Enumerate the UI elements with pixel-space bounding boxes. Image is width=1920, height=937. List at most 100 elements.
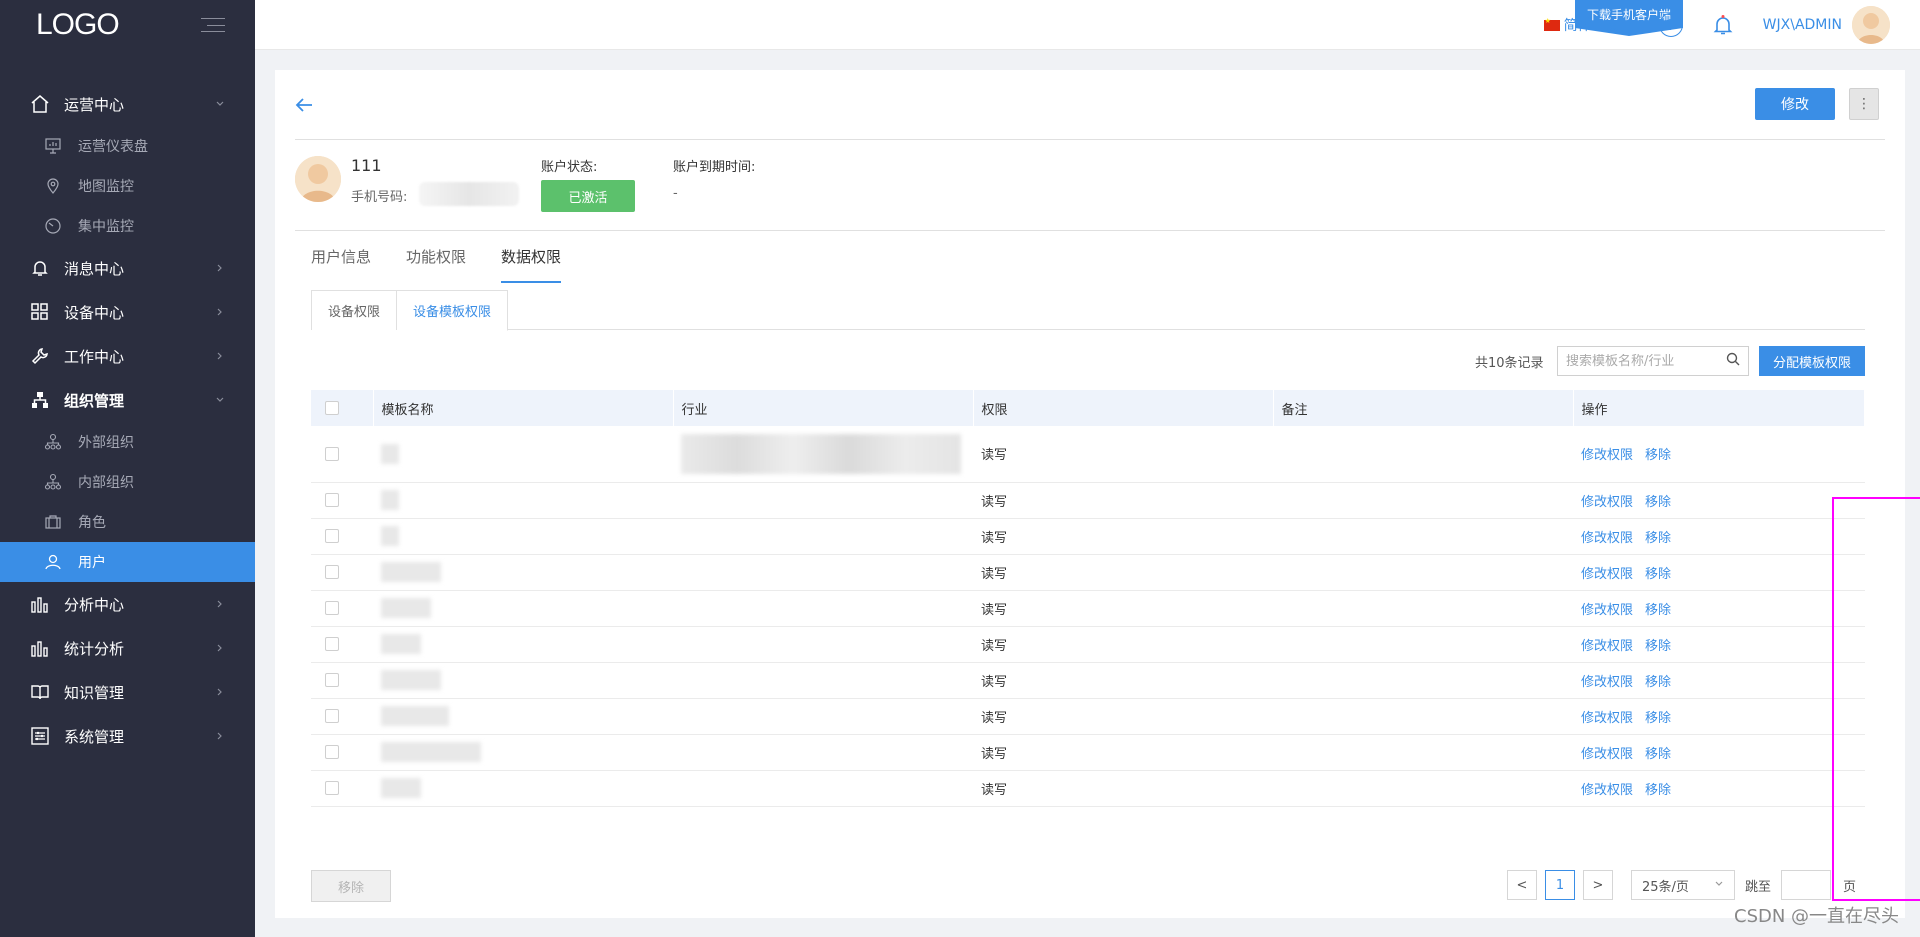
assign-template-permission-button[interactable]: 分配模板权限 (1759, 346, 1865, 376)
table-row: 读写 修改权限 移除 (311, 590, 1865, 627)
edit-permission-link[interactable]: 修改权限 (1581, 783, 1633, 798)
row-checkbox-cell (311, 662, 373, 699)
edit-permission-link[interactable]: 修改权限 (1581, 448, 1633, 463)
row-checkbox[interactable] (325, 565, 339, 579)
permission-cell: 读写 (973, 482, 1273, 519)
template-name-redacted (373, 698, 673, 735)
edit-permission-link[interactable]: 修改权限 (1581, 639, 1633, 654)
phone-value-redacted (419, 182, 519, 206)
table-row: 读写 修改权限 移除 (311, 426, 1865, 483)
menu-toggle-icon[interactable] (201, 18, 225, 32)
notification-bell-icon[interactable] (1711, 13, 1735, 37)
home-icon (30, 94, 50, 114)
subtab-device-permission[interactable]: 设备权限 (311, 290, 398, 330)
sidebar-item-role[interactable]: 角色 (0, 502, 255, 542)
actions-cell: 修改权限 移除 (1573, 734, 1865, 771)
row-checkbox[interactable] (325, 601, 339, 615)
grid-icon (30, 302, 50, 322)
row-checkbox[interactable] (325, 529, 339, 543)
row-checkbox[interactable] (325, 745, 339, 759)
sidebar-item-knowledge[interactable]: 知识管理 (0, 670, 255, 714)
page-size-value: 25条/页 (1642, 879, 1689, 895)
permission-cell: 读写 (973, 698, 1273, 735)
back-arrow-icon[interactable] (293, 94, 315, 116)
note-cell (1273, 426, 1573, 483)
remove-link[interactable]: 移除 (1645, 711, 1671, 726)
sidebar-item-external-org[interactable]: 外部组织 (0, 422, 255, 462)
sidebar-item-system[interactable]: 系统管理 (0, 714, 255, 758)
pagination: < 1 > 25条/页 跳至 页 (1507, 870, 1856, 900)
sidebar-item-ops-dashboard[interactable]: 运营仪表盘 (0, 126, 255, 166)
edit-permission-link[interactable]: 修改权限 (1581, 567, 1633, 582)
permission-cell: 读写 (973, 426, 1273, 483)
edit-permission-link[interactable]: 修改权限 (1581, 603, 1633, 618)
row-checkbox[interactable] (325, 637, 339, 651)
language-selector[interactable]: 简体中文 (1543, 15, 1633, 35)
search-icon[interactable] (1726, 352, 1740, 370)
map-pin-icon (44, 177, 62, 195)
remove-link[interactable]: 移除 (1645, 567, 1671, 582)
remove-link[interactable]: 移除 (1645, 531, 1671, 546)
help-icon[interactable]: ? (1658, 13, 1683, 37)
row-checkbox[interactable] (325, 781, 339, 795)
jump-page-input[interactable] (1781, 870, 1832, 900)
sidebar-item-org-management[interactable]: 组织管理 (0, 378, 255, 422)
sidebar-item-user[interactable]: 用户 (0, 542, 255, 582)
chevron-right-icon (215, 351, 225, 361)
edit-permission-link[interactable]: 修改权限 (1581, 747, 1633, 762)
remove-link[interactable]: 移除 (1645, 495, 1671, 510)
sidebar-item-central-monitor[interactable]: 集中监控 (0, 206, 255, 246)
edit-permission-link[interactable]: 修改权限 (1581, 675, 1633, 690)
more-options-button[interactable]: ⋮ (1849, 88, 1879, 120)
remove-link[interactable]: 移除 (1645, 603, 1671, 618)
edit-permission-link[interactable]: 修改权限 (1581, 495, 1633, 510)
prev-page-button[interactable]: < (1507, 870, 1537, 900)
sidebar-item-work-center[interactable]: 工作中心 (0, 334, 255, 378)
remove-link[interactable]: 移除 (1645, 747, 1671, 762)
sidebar-item-map-monitor[interactable]: 地图监控 (0, 166, 255, 206)
actions-cell: 修改权限 移除 (1573, 770, 1865, 807)
row-checkbox[interactable] (325, 709, 339, 723)
select-all-checkbox[interactable] (325, 401, 339, 415)
page-number-button[interactable]: 1 (1545, 870, 1575, 900)
sidebar-item-internal-org[interactable]: 内部组织 (0, 462, 255, 502)
tab-data-permission[interactable]: 数据权限 (501, 246, 562, 283)
briefcase-icon (44, 513, 62, 531)
sidebar-item-device-center[interactable]: 设备中心 (0, 290, 255, 334)
chevron-right-icon (215, 643, 225, 653)
username[interactable]: WJX\ADMIN (1763, 17, 1842, 33)
edit-button[interactable]: 修改 (1755, 88, 1835, 120)
subtab-device-template-permission[interactable]: 设备模板权限 (397, 290, 509, 331)
remove-link[interactable]: 移除 (1645, 783, 1671, 798)
book-icon (30, 682, 50, 702)
remove-link[interactable]: 移除 (1645, 639, 1671, 654)
row-checkbox-cell (311, 698, 373, 735)
template-name-redacted (373, 626, 673, 663)
industry-cell (673, 734, 973, 771)
search-input[interactable] (1566, 353, 1726, 369)
row-checkbox[interactable] (325, 493, 339, 507)
batch-remove-button[interactable]: 移除 (311, 870, 391, 902)
row-checkbox[interactable] (325, 446, 339, 461)
tab-function-permission[interactable]: 功能权限 (406, 246, 466, 283)
avatar[interactable] (1852, 6, 1890, 44)
remove-link[interactable]: 移除 (1645, 448, 1671, 463)
row-checkbox-cell (311, 626, 373, 663)
template-name-redacted (373, 482, 673, 519)
edit-permission-link[interactable]: 修改权限 (1581, 711, 1633, 726)
sidebar-item-label: 设备中心 (64, 303, 125, 322)
table-row: 读写 修改权限 移除 (311, 518, 1865, 555)
next-page-button[interactable]: > (1583, 870, 1613, 900)
note-cell (1273, 662, 1573, 699)
org-chart-icon (30, 390, 50, 410)
sidebar-item-message-center[interactable]: 消息中心 (0, 246, 255, 290)
sidebar-item-ops-center[interactable]: 运营中心 (0, 82, 255, 126)
row-checkbox[interactable] (325, 673, 339, 687)
record-count: 共10条记录 (1475, 356, 1544, 371)
remove-link[interactable]: 移除 (1645, 675, 1671, 690)
sidebar-item-analysis-center[interactable]: 分析中心 (0, 582, 255, 626)
edit-permission-link[interactable]: 修改权限 (1581, 531, 1633, 546)
page-size-select[interactable]: 25条/页 (1631, 870, 1735, 900)
tab-user-info[interactable]: 用户信息 (311, 246, 371, 283)
sidebar-item-statistics[interactable]: 统计分析 (0, 626, 255, 670)
